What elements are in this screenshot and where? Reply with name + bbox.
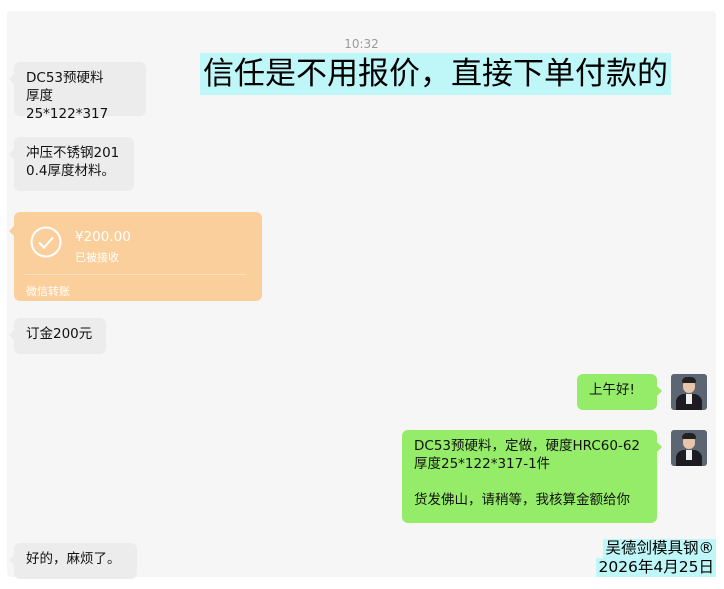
message-line: 上午好! xyxy=(589,382,635,398)
message-line: 货发佛山，请稍等，我核算金额给你 xyxy=(414,492,630,508)
avatar-shirt xyxy=(686,394,692,404)
transfer-amount: ¥200.00 xyxy=(75,229,131,245)
avatar-hair xyxy=(682,377,696,383)
message-line: 好的，麻烦了。 xyxy=(26,551,121,567)
message-line xyxy=(414,473,645,491)
message-line: 厚度25*122*317 xyxy=(26,88,109,122)
brand-name: 吴德剑模具钢® xyxy=(603,539,716,558)
avatar-hair xyxy=(682,433,696,439)
message-line: 订金200元 xyxy=(26,326,93,342)
transfer-footer: 微信转账 xyxy=(26,285,70,298)
message-bubble-incoming[interactable]: 订金200元 xyxy=(9,318,106,354)
message-line: DC53预硬料，定做，硬度HRC60-62 xyxy=(414,438,641,454)
message-line: 厚度25*122*317-1件 xyxy=(414,456,551,472)
avatar-shirt xyxy=(686,450,692,460)
avatar[interactable] xyxy=(671,430,707,466)
message-bubble-incoming[interactable]: 冲压不锈钢201 0.4厚度材料。 xyxy=(9,137,134,191)
avatar[interactable] xyxy=(671,374,707,410)
headline-overlay: 信任是不用报价，直接下单付款的 xyxy=(200,53,671,95)
transfer-divider xyxy=(24,274,246,275)
message-timestamp: 10:32 xyxy=(344,37,379,51)
brand-date: 2026年4月25日 xyxy=(596,558,716,577)
message-line: DC53预硬料 xyxy=(26,70,104,86)
message-line: 0.4厚度材料。 xyxy=(26,163,115,179)
message-bubble-incoming[interactable]: 好的，麻烦了。 xyxy=(9,543,137,579)
transfer-status: 已被接收 xyxy=(75,251,119,264)
brand-watermark: 吴德剑模具钢® 2026年4月25日 xyxy=(596,539,716,577)
check-circle-icon xyxy=(30,226,62,258)
message-bubble-outgoing[interactable]: 上午好! xyxy=(577,374,662,410)
transfer-card[interactable]: ¥200.00 已被接收 微信转账 xyxy=(9,212,262,301)
message-bubble-outgoing[interactable]: DC53预硬料，定做，硬度HRC60-62 厚度25*122*317-1件 货发… xyxy=(402,430,662,523)
message-bubble-incoming[interactable]: DC53预硬料 厚度25*122*317 xyxy=(9,62,146,122)
message-line: 冲压不锈钢201 xyxy=(26,145,120,161)
